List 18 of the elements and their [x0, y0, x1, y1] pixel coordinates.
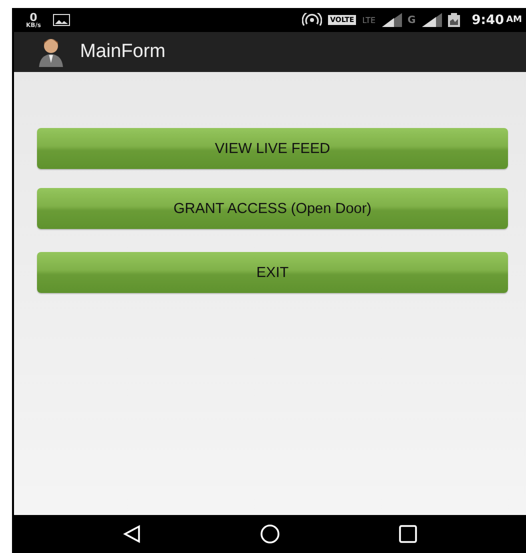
back-icon[interactable] [123, 525, 142, 543]
speed-value: 0 [30, 12, 38, 22]
clock-meridiem: AM [506, 15, 522, 25]
lte-label: LTE [362, 16, 376, 24]
image-icon [53, 14, 70, 26]
battery-icon [448, 13, 460, 27]
signal-icon [422, 13, 442, 27]
person-icon [38, 37, 64, 67]
hotspot-icon [302, 13, 322, 27]
action-button[interactable]: GRANT ACCESS (Open Door) [37, 188, 508, 229]
signal-icon [382, 13, 402, 27]
recents-icon[interactable] [398, 525, 417, 543]
home-icon[interactable] [260, 524, 280, 544]
app-title: MainForm [80, 41, 166, 63]
network-label: G [408, 14, 416, 26]
action-button[interactable]: VIEW LIVE FEED [37, 128, 508, 169]
action-button[interactable]: EXIT [37, 252, 508, 293]
clock: 9:40 [472, 12, 504, 28]
